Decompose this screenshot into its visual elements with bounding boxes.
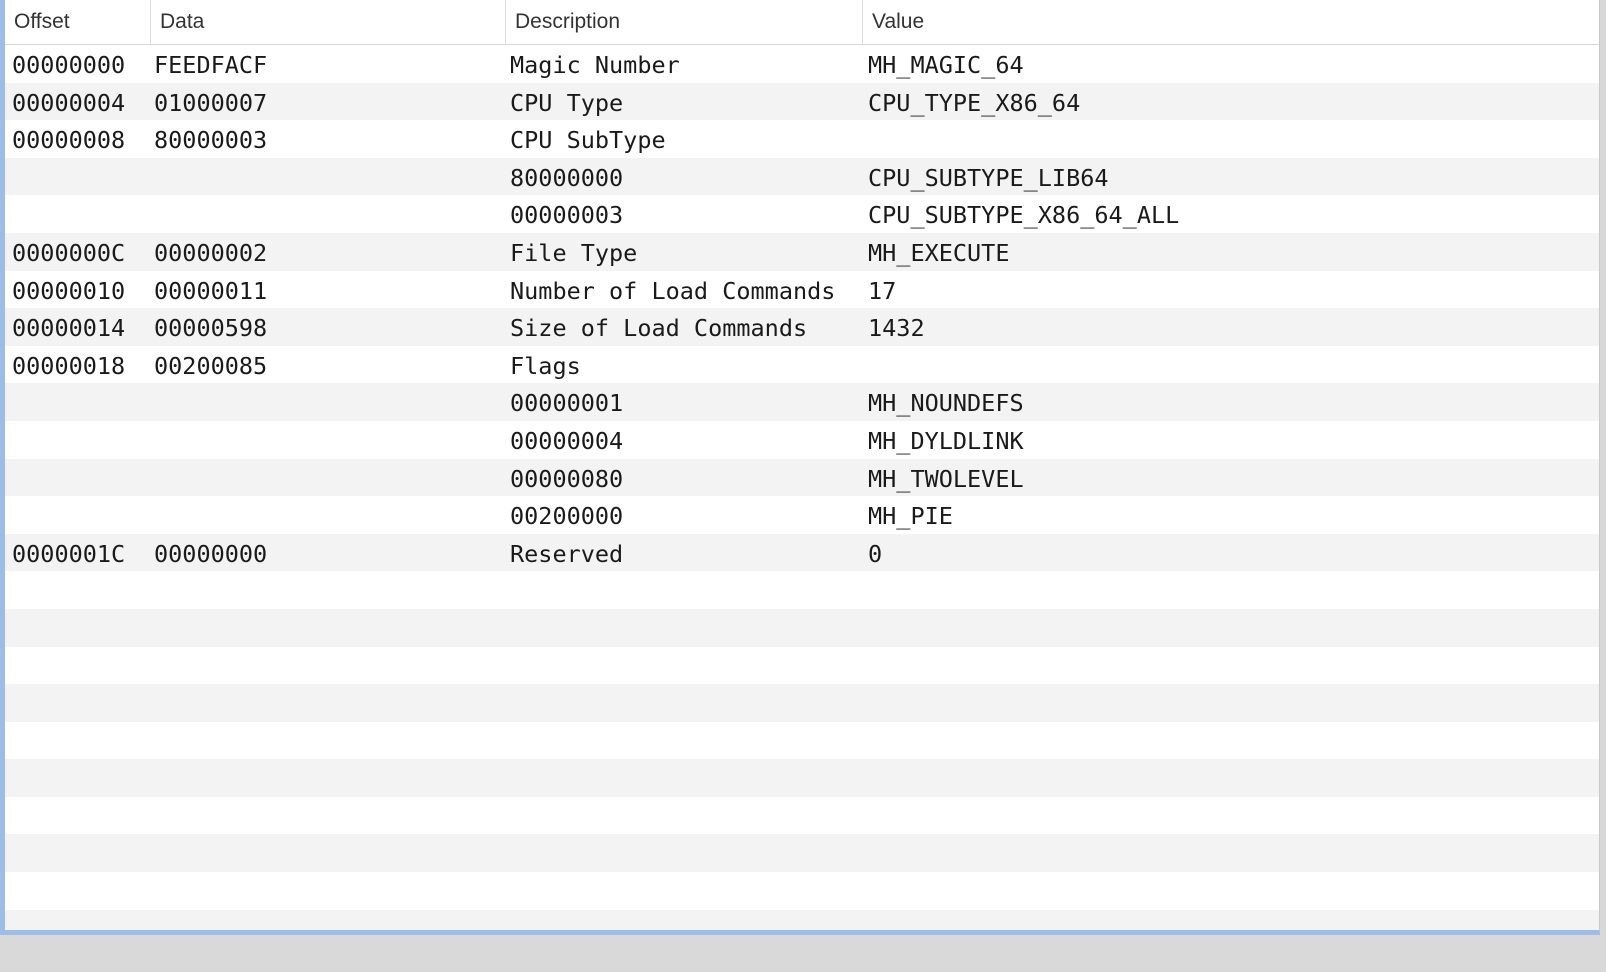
data-cell: 00000002 bbox=[154, 238, 268, 267]
description-cell: Size of Load Commands bbox=[510, 314, 808, 343]
table-row[interactable]: 00000004 MH_DYLDLINK bbox=[5, 421, 1599, 459]
table-row[interactable]: 0000000C 00000002 File Type MH_EXECUTE bbox=[5, 232, 1599, 271]
table-row[interactable]: 00000003 CPU_SUBTYPE_X86_64_ALL bbox=[5, 195, 1599, 233]
table-row[interactable] bbox=[5, 647, 1599, 685]
value-cell: CPU_SUBTYPE_LIB64 bbox=[868, 163, 1109, 192]
value-cell: MH_DYLDLINK bbox=[868, 426, 1024, 455]
table-row[interactable] bbox=[5, 834, 1599, 873]
description-cell: 00000080 bbox=[510, 464, 624, 493]
value-cell: MH_EXECUTE bbox=[868, 238, 1010, 267]
table-row[interactable]: 00200000 MH_PIE bbox=[5, 496, 1599, 534]
table-row[interactable]: 00000018 00200085 Flags bbox=[5, 346, 1599, 384]
table-row[interactable]: 0000001C 00000000 Reserved 0 bbox=[5, 533, 1599, 572]
offset-cell: 00000008 bbox=[12, 126, 126, 155]
data-cell: 00000598 bbox=[154, 314, 268, 343]
table-body: 00000000 FEEDFACF Magic Number MH_MAGIC_64 0… bbox=[5, 45, 1599, 930]
offset-cell: 00000010 bbox=[12, 276, 126, 305]
description-cell: CPU Type bbox=[510, 88, 624, 117]
description-cell: Flags bbox=[510, 351, 581, 380]
mach-header-table[interactable]: Offset Data Description Value 00000000 FE… bbox=[0, 0, 1600, 935]
table-row[interactable] bbox=[5, 722, 1599, 760]
offset-cell: 00000000 bbox=[12, 51, 126, 79]
table-row[interactable]: 00000014 00000598 Size of Load Commands 143… bbox=[5, 308, 1599, 346]
offset-cell: 00000004 bbox=[12, 88, 126, 117]
description-cell: 00000003 bbox=[510, 201, 624, 230]
value-cell: MH_NOUNDEFS bbox=[868, 389, 1024, 418]
data-cell: FEEDFACF bbox=[154, 51, 268, 79]
description-cell: File Type bbox=[510, 238, 638, 267]
table-row[interactable] bbox=[5, 684, 1599, 722]
offset-cell: 00000018 bbox=[12, 351, 126, 380]
column-header-value[interactable]: Value bbox=[862, 0, 1599, 44]
data-cell: 00000000 bbox=[154, 539, 268, 568]
offset-cell: 0000000C bbox=[12, 238, 126, 267]
column-header-description[interactable]: Description bbox=[505, 0, 862, 44]
description-cell: 80000000 bbox=[510, 163, 624, 192]
value-cell: 1432 bbox=[868, 314, 925, 343]
table-row[interactable] bbox=[5, 909, 1599, 930]
table-row[interactable]: 00000000 FEEDFACF Magic Number MH_MAGIC_64 bbox=[5, 45, 1599, 83]
table-row[interactable]: 00000010 00000011 Number of Load Commands 1… bbox=[5, 271, 1599, 309]
description-cell: Reserved bbox=[510, 539, 624, 568]
description-cell: 00200000 bbox=[510, 502, 624, 531]
table-row[interactable] bbox=[5, 571, 1599, 609]
description-cell: Magic Number bbox=[510, 51, 680, 79]
table-row[interactable]: 00000080 MH_TWOLEVEL bbox=[5, 458, 1599, 497]
description-cell: 00000001 bbox=[510, 389, 624, 418]
table-row[interactable]: 00000008 80000003 CPU SubType bbox=[5, 120, 1599, 158]
table-row[interactable]: 00000001 MH_NOUNDEFS bbox=[5, 383, 1599, 421]
description-cell: Number of Load Commands bbox=[510, 276, 836, 305]
table-row[interactable] bbox=[5, 608, 1599, 647]
value-cell: MH_TWOLEVEL bbox=[868, 464, 1024, 493]
value-cell: CPU_SUBTYPE_X86_64_ALL bbox=[868, 201, 1180, 230]
offset-cell: 00000014 bbox=[12, 314, 126, 343]
data-cell: 00200085 bbox=[154, 351, 268, 380]
table-row[interactable]: 80000000 CPU_SUBTYPE_LIB64 bbox=[5, 157, 1599, 196]
column-header-offset[interactable]: Offset bbox=[5, 0, 150, 44]
table-row[interactable] bbox=[5, 759, 1599, 797]
description-cell: 00000004 bbox=[510, 426, 624, 455]
value-cell: 0 bbox=[868, 539, 883, 568]
offset-cell: 0000001C bbox=[12, 539, 126, 568]
value-cell: MH_PIE bbox=[868, 502, 953, 531]
description-cell: CPU SubType bbox=[510, 126, 666, 155]
table-header: Offset Data Description Value bbox=[5, 0, 1599, 45]
data-cell: 01000007 bbox=[154, 88, 268, 117]
data-cell: 00000011 bbox=[154, 276, 268, 305]
value-cell: MH_MAGIC_64 bbox=[868, 51, 1024, 79]
value-cell: CPU_TYPE_X86_64 bbox=[868, 88, 1081, 117]
table-row[interactable]: 00000004 01000007 CPU Type CPU_TYPE_X86_64 bbox=[5, 82, 1599, 121]
status-bar bbox=[0, 935, 1606, 972]
window-frame: Offset Data Description Value 00000000 FE… bbox=[0, 0, 1606, 972]
data-cell: 80000003 bbox=[154, 126, 268, 155]
column-header-data[interactable]: Data bbox=[150, 0, 505, 44]
table-row[interactable] bbox=[5, 797, 1599, 835]
table-row[interactable] bbox=[5, 872, 1599, 910]
value-cell: 17 bbox=[868, 276, 897, 305]
